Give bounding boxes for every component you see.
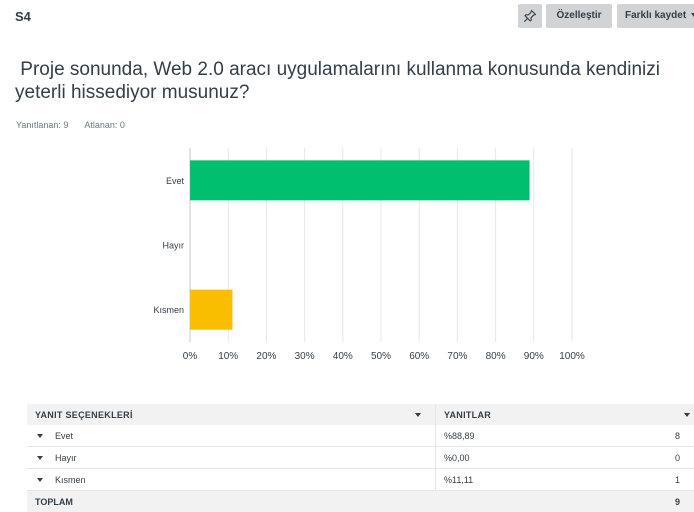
sort-icon[interactable] [415, 413, 421, 417]
col-responses-label: YANITLAR [444, 410, 491, 420]
x-tick-label: 10% [218, 351, 238, 362]
choice-label: Hayır [55, 453, 77, 463]
x-tick-label: 20% [256, 351, 276, 362]
choice-percent: %88,89 [436, 425, 645, 447]
choice-count: 1 [644, 469, 694, 491]
skipped-count: Atlanan: 0 [84, 120, 125, 130]
expand-icon[interactable] [37, 478, 43, 482]
customize-button[interactable]: Özelleştir [546, 4, 612, 28]
choice-label: Kısmen [55, 475, 86, 485]
results-table: YANIT SEÇENEKLERİ YANITLAR Evet %88,89 8… [27, 404, 694, 512]
x-tick-label: 0% [183, 351, 198, 362]
expand-icon[interactable] [37, 434, 43, 438]
x-tick-label: 40% [333, 351, 353, 362]
table-total-row: TOPLAM 9 [27, 491, 694, 512]
col-header-choices[interactable]: YANIT SEÇENEKLERİ [27, 404, 427, 425]
category-label: Hayır [162, 241, 184, 251]
response-stats: Yanıtlanan: 9 Atlanan: 0 [16, 120, 139, 130]
choice-percent: %11,11 [436, 469, 645, 491]
save-as-button[interactable]: Farklı kaydet [617, 4, 694, 28]
pin-icon [523, 9, 537, 23]
save-as-label: Farklı kaydet [625, 10, 686, 21]
answered-count: Yanıtlanan: 9 [16, 120, 68, 130]
table-row: Evet %88,89 8 [27, 425, 694, 447]
bar-chart: 0% 10% 20% 30% 40% 50% 60% 70% 80% 90% 100% Evet Hay… [0, 140, 694, 370]
bar [190, 160, 530, 200]
col-choices-label: YANIT SEÇENEKLERİ [35, 410, 133, 420]
choice-count: 8 [644, 425, 694, 447]
x-tick-label: 30% [295, 351, 315, 362]
choice-count: 0 [644, 447, 694, 469]
x-tick-label: 80% [486, 351, 506, 362]
table-row: Hayır %0,00 0 [27, 447, 694, 469]
x-tick-label: 70% [447, 351, 467, 362]
x-tick-label: 100% [559, 351, 585, 362]
choice-percent: %0,00 [436, 447, 645, 469]
x-tick-label: 60% [409, 351, 429, 362]
table-row: Kısmen %11,11 1 [27, 469, 694, 491]
question-number: S4 [15, 9, 31, 24]
x-tick-label: 50% [371, 351, 391, 362]
pin-button[interactable] [518, 4, 542, 28]
header-bar: S4 Özelleştir Farklı kaydet [0, 0, 694, 36]
total-count: 9 [644, 491, 694, 512]
question-title: Proje sonunda, Web 2.0 aracı uygulamalar… [15, 58, 694, 104]
sort-icon[interactable] [684, 413, 690, 417]
category-label: Kısmen [153, 305, 184, 315]
table-header: YANIT SEÇENEKLERİ YANITLAR [27, 404, 694, 425]
choice-label: Evet [55, 431, 73, 441]
x-tick-label: 90% [524, 351, 544, 362]
category-label: Evet [166, 176, 185, 186]
bar [190, 290, 232, 330]
total-label: TOPLAM [27, 491, 427, 512]
expand-icon[interactable] [37, 456, 43, 460]
col-header-responses[interactable]: YANITLAR [436, 404, 694, 425]
